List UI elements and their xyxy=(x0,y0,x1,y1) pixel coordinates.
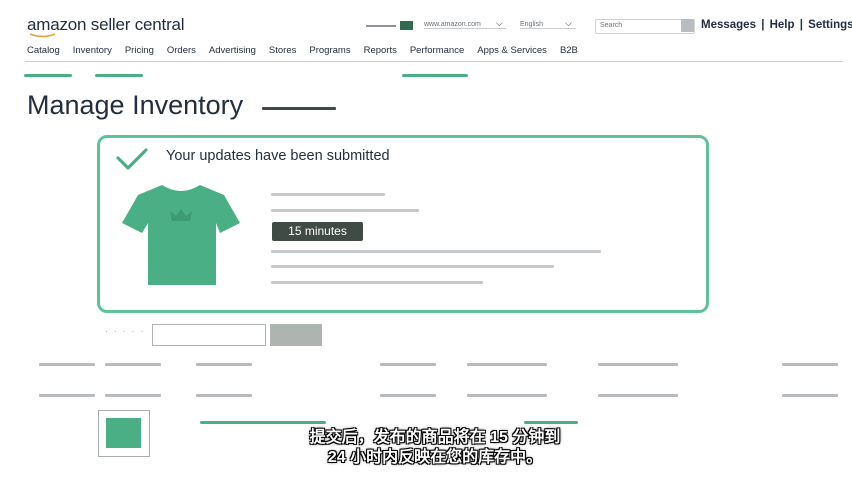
header-placeholder-line xyxy=(366,25,396,27)
placeholder-line xyxy=(271,265,554,268)
separator: | xyxy=(799,19,803,31)
nav-item-performance[interactable]: Performance xyxy=(410,45,464,56)
help-link[interactable]: Help xyxy=(770,19,795,31)
table-header-cell xyxy=(467,394,547,397)
subnav-highlight xyxy=(402,74,468,77)
flag-icon xyxy=(400,21,413,30)
nav-item-apps-services[interactable]: Apps & Services xyxy=(477,45,547,56)
nav-item-catalog[interactable]: Catalog xyxy=(27,45,60,56)
nav-item-b2b[interactable]: B2B xyxy=(560,45,578,56)
table-header-cell xyxy=(782,394,838,397)
confirmation-message: Your updates have been submitted xyxy=(166,148,390,164)
messages-link[interactable]: Messages xyxy=(701,19,756,31)
top-links: Messages | Help | Settings xyxy=(701,19,852,31)
search-button[interactable] xyxy=(681,19,694,32)
main-nav: Catalog Inventory Pricing Orders Adverti… xyxy=(27,45,591,56)
subtitle-line-1: 提交后，发布的商品将在 15 分钟到 xyxy=(309,429,561,446)
product-title-placeholder xyxy=(200,421,326,424)
search-placeholder: Search xyxy=(600,22,623,29)
nav-item-advertising[interactable]: Advertising xyxy=(209,45,256,56)
separator: | xyxy=(761,19,765,31)
table-header-cell xyxy=(782,363,838,366)
nav-divider xyxy=(25,61,843,62)
table-header-cell xyxy=(598,394,678,397)
marketplace-value: www.amazon.com xyxy=(424,21,481,28)
nav-item-orders[interactable]: Orders xyxy=(167,45,196,56)
amazon-seller-central-logo[interactable]: amazon seller central xyxy=(27,15,185,35)
table-header-cell xyxy=(39,394,95,397)
placeholder-line xyxy=(271,281,483,284)
subnav-highlight xyxy=(95,74,143,77)
placeholder-line xyxy=(271,250,601,253)
placeholder-line xyxy=(271,209,419,212)
nav-item-inventory[interactable]: Inventory xyxy=(73,45,112,56)
product-image xyxy=(106,418,141,448)
table-header-cell xyxy=(380,394,436,397)
filter-label-placeholder: · · · · · xyxy=(105,327,146,336)
placeholder-line xyxy=(271,193,385,196)
time-badge: 15 minutes xyxy=(272,222,363,241)
nav-item-reports[interactable]: Reports xyxy=(364,45,397,56)
filter-input[interactable] xyxy=(152,324,266,346)
table-header-cell xyxy=(380,363,436,366)
settings-link[interactable]: Settings xyxy=(808,19,852,31)
checkmark-icon xyxy=(116,148,148,170)
chevron-down-icon[interactable]: ⌵ xyxy=(565,18,572,29)
amazon-smile-icon xyxy=(29,33,56,38)
table-header-cell xyxy=(467,363,547,366)
search-input[interactable]: Search xyxy=(595,19,695,34)
table-header-cell xyxy=(39,363,95,366)
video-subtitle: 提交后，发布的商品将在 15 分钟到 24 小时内反映在您的库存中。 xyxy=(240,428,630,468)
table-header-cell xyxy=(105,394,161,397)
table-header-cell xyxy=(105,363,161,366)
title-placeholder-line xyxy=(262,107,336,110)
chevron-down-icon[interactable]: ⌵ xyxy=(496,18,503,29)
language-value: English xyxy=(520,21,543,28)
filter-button[interactable] xyxy=(270,324,322,346)
table-header-cell xyxy=(598,363,678,366)
page-title: Manage Inventory xyxy=(27,90,244,120)
table-header-cell xyxy=(196,363,252,366)
marketplace-selector[interactable]: www.amazon.com xyxy=(424,21,506,29)
nav-item-pricing[interactable]: Pricing xyxy=(125,45,154,56)
nav-item-stores[interactable]: Stores xyxy=(269,45,296,56)
subtitle-line-2: 24 小时内反映在您的库存中。 xyxy=(327,449,543,466)
product-value-placeholder xyxy=(524,421,578,424)
subnav-highlight xyxy=(24,74,72,77)
nav-item-programs[interactable]: Programs xyxy=(309,45,350,56)
tshirt-icon xyxy=(122,185,240,285)
table-header-cell xyxy=(196,394,252,397)
